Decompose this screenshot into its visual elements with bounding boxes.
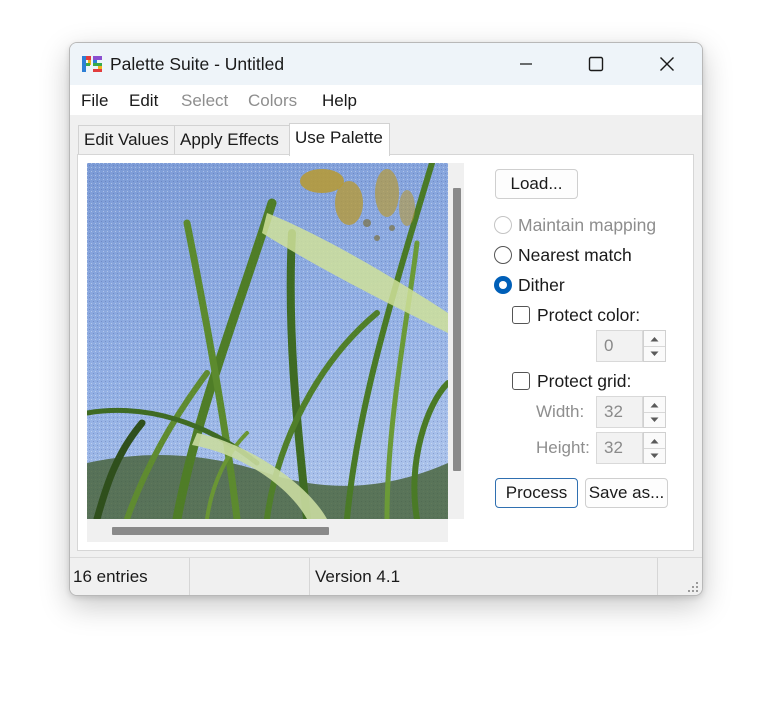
maintain-mapping-option[interactable]: Maintain mapping xyxy=(494,213,656,237)
horizontal-scrollbar[interactable] xyxy=(87,519,448,542)
menu-select[interactable]: Select xyxy=(181,91,228,111)
load-button[interactable]: Load... xyxy=(495,169,578,199)
grass-photo xyxy=(87,163,448,519)
protect-color-option[interactable]: Protect color: xyxy=(512,303,640,327)
tab-strip: Edit Values Apply Effects Use Palette xyxy=(70,115,702,156)
image-preview[interactable] xyxy=(87,163,448,519)
protect-color-checkbox[interactable] xyxy=(512,306,530,324)
nearest-match-option[interactable]: Nearest match xyxy=(494,243,632,267)
status-middle xyxy=(190,558,310,595)
vertical-scrollbar[interactable] xyxy=(448,163,464,519)
menu-bar: File Edit Select Colors Help xyxy=(70,85,702,115)
nearest-match-label: Nearest match xyxy=(518,244,632,265)
protect-color-spinner[interactable]: 0 xyxy=(596,330,666,362)
save-as-button[interactable]: Save as... xyxy=(585,478,668,508)
maximize-button[interactable] xyxy=(573,43,619,85)
grid-height-spinner[interactable]: 32 xyxy=(596,432,666,464)
app-window: Palette Suite - Untitled File Edit Selec… xyxy=(69,42,703,596)
spin-down-icon[interactable] xyxy=(644,412,665,427)
status-bar: 16 entries Version 4.1 xyxy=(70,557,702,595)
dither-label: Dither xyxy=(518,274,565,295)
grid-height-spin-buttons xyxy=(643,432,666,464)
protect-color-spin-buttons xyxy=(643,330,666,362)
menu-colors[interactable]: Colors xyxy=(248,91,297,111)
maintain-mapping-radio[interactable] xyxy=(494,216,512,234)
horizontal-scroll-thumb[interactable] xyxy=(112,527,329,535)
close-button[interactable] xyxy=(644,43,690,85)
tab-apply-effects[interactable]: Apply Effects xyxy=(174,125,290,155)
protect-grid-checkbox[interactable] xyxy=(512,372,530,390)
tab-use-palette[interactable]: Use Palette xyxy=(289,123,390,156)
close-icon xyxy=(660,57,674,71)
menu-file[interactable]: File xyxy=(81,91,108,111)
protect-grid-label: Protect grid: xyxy=(537,370,632,391)
process-button[interactable]: Process xyxy=(495,478,578,508)
spin-down-icon[interactable] xyxy=(644,346,665,361)
grid-width-spin-buttons xyxy=(643,396,666,428)
status-version: Version 4.1 xyxy=(310,558,658,595)
dither-option[interactable]: Dither xyxy=(494,273,565,297)
menu-edit[interactable]: Edit xyxy=(129,91,158,111)
dither-radio[interactable] xyxy=(494,276,512,294)
title-bar: Palette Suite - Untitled xyxy=(70,43,702,85)
maintain-mapping-label: Maintain mapping xyxy=(518,214,657,235)
palette-suite-icon xyxy=(82,56,102,72)
spin-down-icon[interactable] xyxy=(644,448,665,463)
tab-edit-values[interactable]: Edit Values xyxy=(78,125,175,155)
protect-grid-option[interactable]: Protect grid: xyxy=(512,369,631,393)
grid-width-value[interactable]: 32 xyxy=(596,396,643,428)
window-title: Palette Suite - Untitled xyxy=(110,54,285,74)
minimize-icon xyxy=(520,63,532,65)
nearest-match-radio[interactable] xyxy=(494,246,512,264)
protect-color-label: Protect color: xyxy=(537,304,641,325)
grid-width-label: Width: xyxy=(536,402,585,421)
grid-height-value[interactable]: 32 xyxy=(596,432,643,464)
menu-help[interactable]: Help xyxy=(322,91,357,111)
status-entries: 16 entries xyxy=(70,558,190,595)
resize-grip-icon[interactable] xyxy=(687,581,699,593)
maximize-icon xyxy=(588,56,604,72)
grid-width-spinner[interactable]: 32 xyxy=(596,396,666,428)
spin-up-icon[interactable] xyxy=(644,433,665,449)
spin-up-icon[interactable] xyxy=(644,331,665,347)
minimize-button[interactable] xyxy=(503,43,549,85)
spin-up-icon[interactable] xyxy=(644,397,665,413)
protect-color-value[interactable]: 0 xyxy=(596,330,643,362)
use-palette-panel: Load... Maintain mapping Nearest match D… xyxy=(77,154,694,551)
vertical-scroll-thumb[interactable] xyxy=(453,188,461,471)
grid-height-label: Height: xyxy=(536,438,590,457)
